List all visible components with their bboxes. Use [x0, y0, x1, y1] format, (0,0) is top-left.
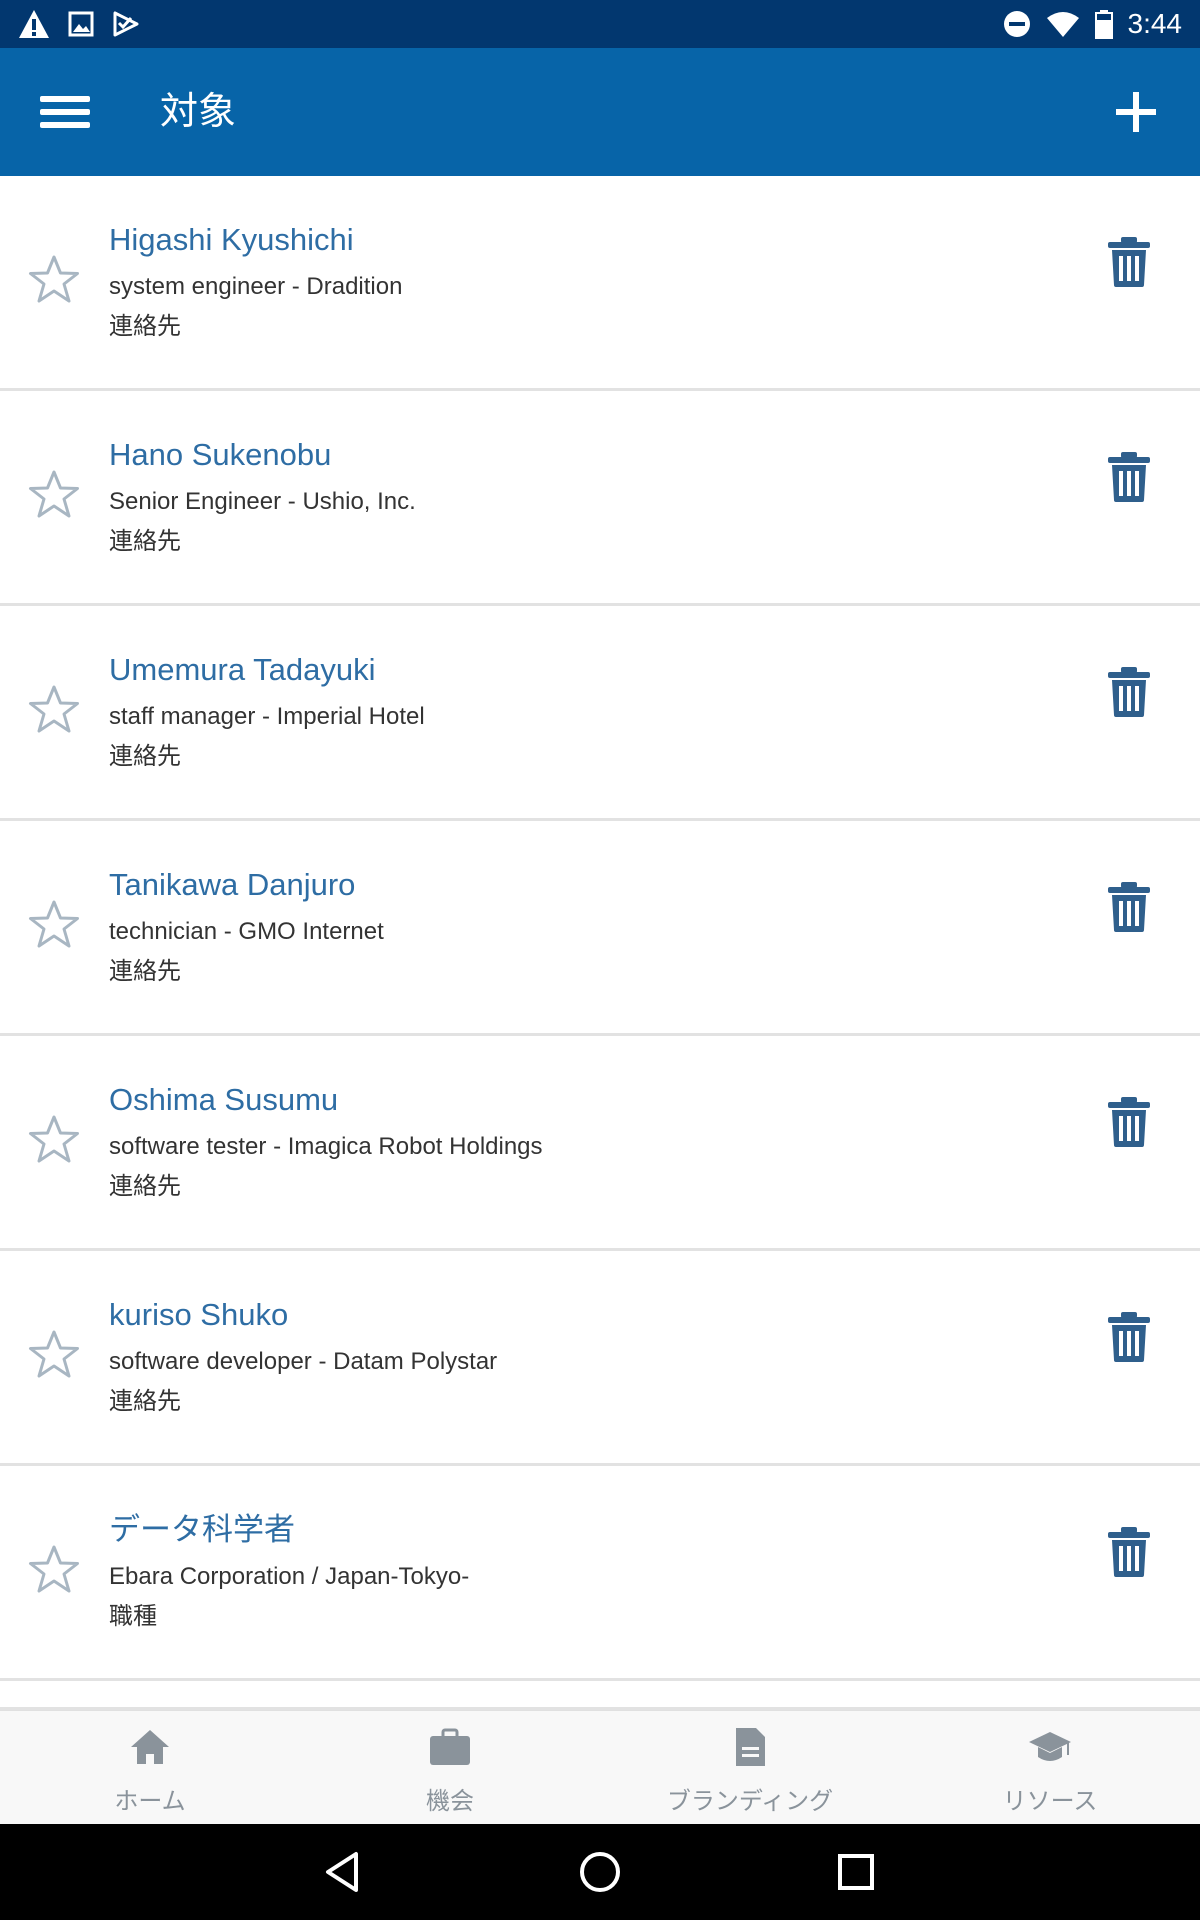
battery-icon — [1094, 10, 1113, 39]
hamburger-menu-icon[interactable] — [40, 86, 104, 138]
home-circle-icon[interactable] — [576, 1848, 624, 1896]
home-icon — [131, 1730, 169, 1764]
item-name[interactable]: kuriso Shuko — [109, 1297, 288, 1333]
item-name[interactable]: Umemura Tadayuki — [109, 652, 375, 688]
nav-label-branding: ブランディング — [666, 1788, 834, 1815]
trash-icon[interactable] — [1106, 1526, 1152, 1578]
star-icon[interactable] — [28, 684, 80, 736]
nav-label-resources: リソース — [1002, 1788, 1098, 1815]
notification-icons — [18, 8, 140, 40]
list-item[interactable]: Umemura Tadayuki staff manager - Imperia… — [0, 606, 1200, 821]
nav-label-opportunities: 機会 — [426, 1788, 474, 1815]
list-item[interactable]: Higashi Kyushichi system engineer - Drad… — [0, 176, 1200, 391]
trash-icon[interactable] — [1106, 1311, 1152, 1363]
briefcase-icon — [430, 1728, 470, 1765]
page-title: 対象 — [160, 91, 237, 133]
status-bar: 3:44 — [0, 0, 1200, 48]
item-type: 連絡先 — [109, 528, 181, 555]
plus-icon[interactable] — [1112, 88, 1160, 136]
item-name[interactable]: Hano Sukenobu — [109, 437, 331, 473]
star-icon[interactable] — [28, 1544, 80, 1596]
trash-icon[interactable] — [1106, 881, 1152, 933]
item-type: 連絡先 — [109, 743, 181, 770]
trash-icon[interactable] — [1106, 1096, 1152, 1148]
back-icon[interactable] — [320, 1848, 368, 1896]
nav-label-home: ホーム — [114, 1788, 186, 1815]
item-name[interactable]: Tanikawa Danjuro — [109, 867, 355, 903]
item-name[interactable]: Higashi Kyushichi — [109, 222, 354, 258]
list-item[interactable]: Tanikawa Danjuro technician - GMO Intern… — [0, 821, 1200, 1036]
item-type: 連絡先 — [109, 313, 181, 340]
system-icons: 3:44 — [1002, 6, 1183, 42]
star-icon[interactable] — [28, 899, 80, 951]
star-icon[interactable] — [28, 1114, 80, 1166]
check-flag-icon — [113, 11, 139, 37]
star-icon[interactable] — [28, 254, 80, 306]
system-nav-bar — [0, 1824, 1200, 1920]
item-subtitle: software tester - Imagica Robot Holdings — [109, 1133, 543, 1160]
item-subtitle: Ebara Corporation / Japan-Tokyo- — [109, 1563, 470, 1590]
star-icon[interactable] — [28, 1329, 80, 1381]
wifi-icon — [1046, 12, 1079, 37]
target-list: Higashi Kyushichi system engineer - Drad… — [0, 176, 1200, 1681]
item-subtitle: staff manager - Imperial Hotel — [109, 703, 425, 730]
item-subtitle: technician - GMO Internet — [109, 918, 384, 945]
image-icon — [68, 11, 94, 37]
dnd-icon — [1003, 11, 1030, 37]
trash-icon[interactable] — [1106, 236, 1152, 288]
list-item[interactable]: kuriso Shuko software developer - Datam … — [0, 1251, 1200, 1466]
graduation-cap-icon — [1029, 1732, 1071, 1761]
trash-icon[interactable] — [1106, 666, 1152, 718]
nav-item-branding[interactable]: ブランディング — [600, 1711, 900, 1825]
document-icon — [736, 1728, 765, 1766]
star-icon[interactable] — [28, 469, 80, 521]
trash-icon[interactable] — [1106, 451, 1152, 503]
item-subtitle: Senior Engineer - Ushio, Inc. — [109, 488, 416, 515]
bottom-nav: ホーム 機会 ブランディング リソース — [0, 1710, 1200, 1825]
warning-icon — [19, 10, 49, 38]
nav-item-home[interactable]: ホーム — [0, 1711, 300, 1825]
item-type: 職種 — [109, 1603, 157, 1630]
nav-item-resources[interactable]: リソース — [900, 1711, 1200, 1825]
list-item[interactable]: Hano Sukenobu Senior Engineer - Ushio, I… — [0, 391, 1200, 606]
nav-item-opportunities[interactable]: 機会 — [300, 1711, 600, 1825]
item-type: 連絡先 — [109, 1388, 181, 1415]
item-name[interactable]: Oshima Susumu — [109, 1082, 338, 1118]
item-name[interactable]: データ科学者 — [109, 1512, 295, 1548]
recents-icon[interactable] — [832, 1848, 880, 1896]
list-item[interactable]: データ科学者 Ebara Corporation / Japan-Tokyo- … — [0, 1466, 1200, 1681]
item-subtitle: software developer - Datam Polystar — [109, 1348, 498, 1375]
app-bar: 対象 — [0, 48, 1200, 176]
item-subtitle: system engineer - Dradition — [109, 273, 403, 300]
list-item[interactable]: Oshima Susumu software tester - Imagica … — [0, 1036, 1200, 1251]
item-type: 連絡先 — [109, 1173, 181, 1200]
status-time: 3:44 — [1127, 8, 1183, 39]
item-type: 連絡先 — [109, 958, 181, 985]
